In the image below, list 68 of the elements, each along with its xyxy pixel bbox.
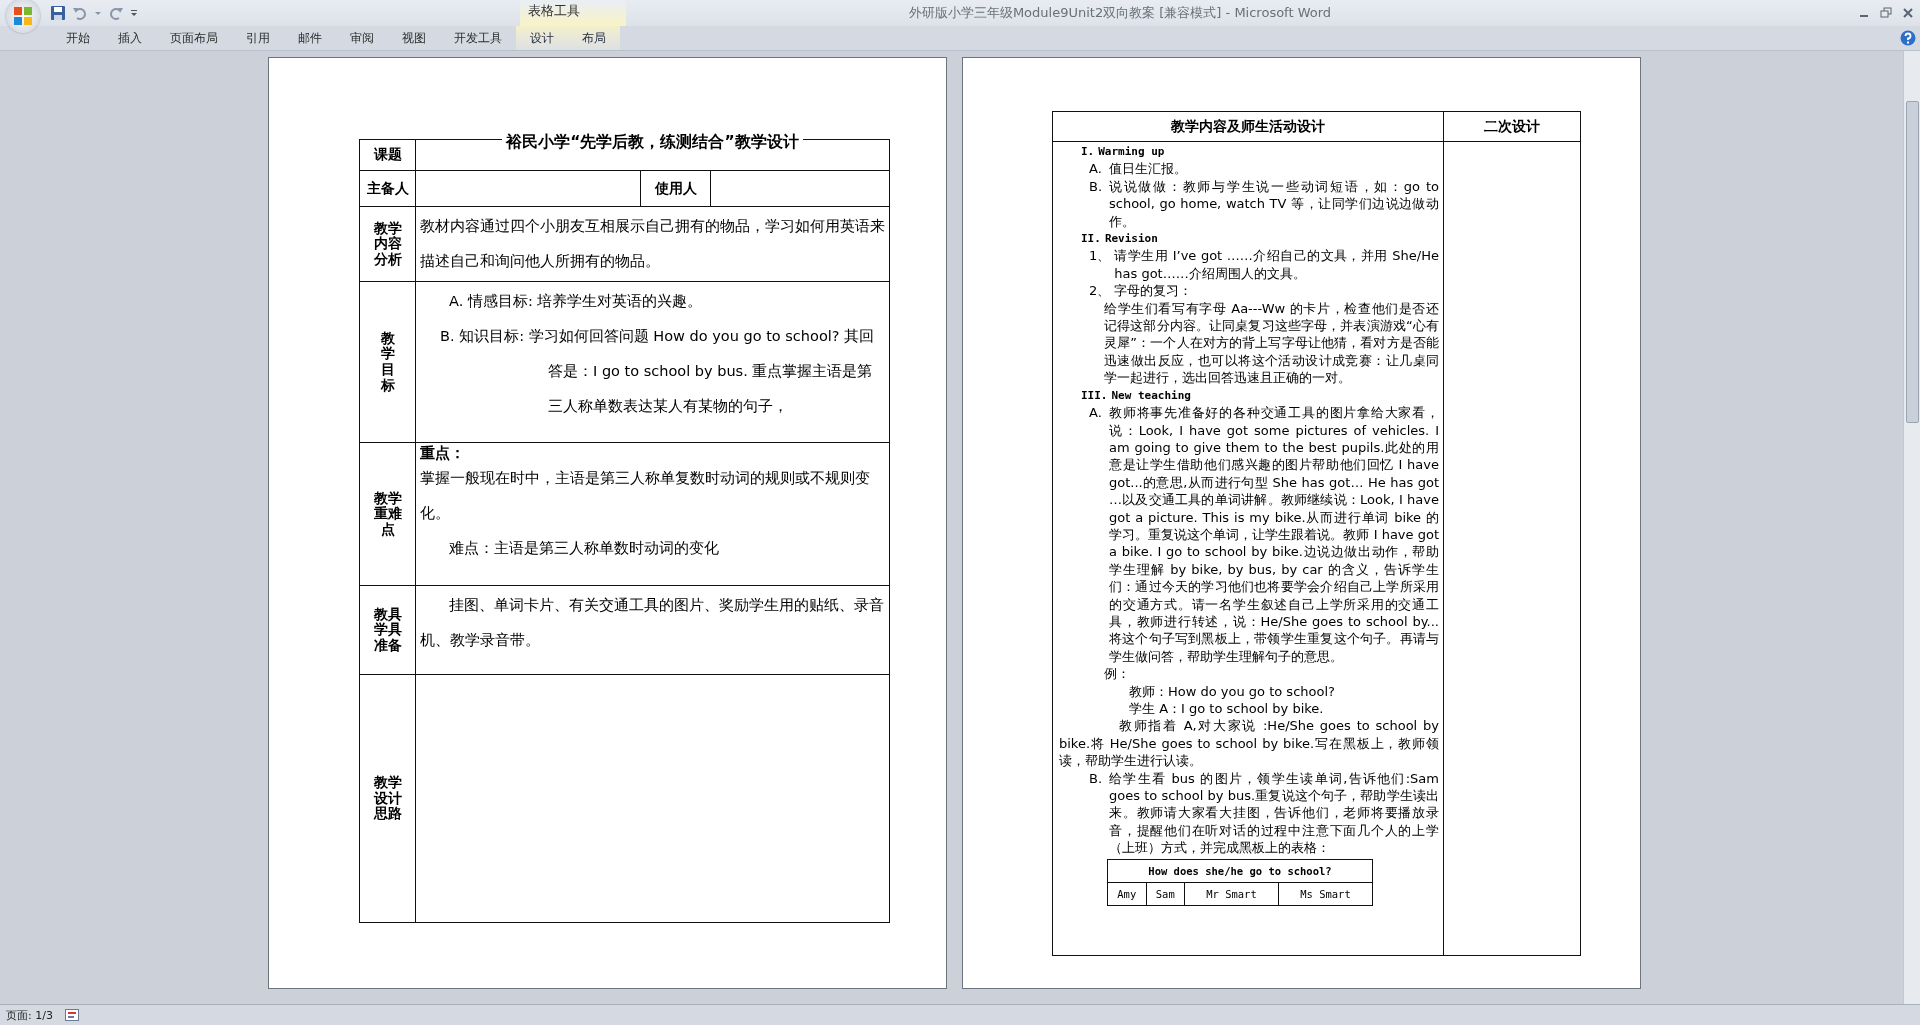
list-marker: 2、 — [1089, 282, 1112, 300]
row-label: 课题 — [359, 139, 416, 171]
restore-icon[interactable] — [1880, 7, 1892, 19]
ribbon-tab[interactable]: 开发工具 — [440, 26, 516, 50]
table-header: How does she/he go to school? — [1107, 859, 1373, 883]
ribbon-tab[interactable]: 审阅 — [336, 26, 388, 50]
paragraph: 难点：主语是第三人称单数时动词的变化 — [448, 539, 720, 558]
paragraph: 字母的复习： — [1114, 282, 1193, 300]
paragraph: New teaching — [1111, 387, 1191, 404]
ribbon-tab[interactable]: 开始 — [52, 26, 104, 50]
paragraph: 学生 A：I go to school by bike. — [1129, 701, 1324, 716]
page-indicator[interactable]: 页面: 1/3 — [6, 1007, 53, 1023]
paragraph: 重点： — [420, 445, 466, 461]
column-header: 二次设计 — [1443, 111, 1581, 142]
table-cell: Mr Smart — [1184, 882, 1279, 906]
paragraph: 教师：How do you go to school? — [1129, 683, 1335, 699]
office-logo-icon[interactable] — [12, 5, 34, 27]
paragraph: 教师指着 A,对大家说 :He/She goes to school by bike.将 He/She goes to school by bike.写在黑板上，教师领读，帮助学生进行认读。 — [1059, 718, 1439, 769]
save-icon[interactable] — [50, 5, 66, 21]
proofing-icon[interactable] — [64, 1009, 79, 1021]
table-cell: Amy — [1107, 882, 1146, 906]
ribbon-tab[interactable]: 插入 — [104, 26, 156, 50]
paragraph: 掌握一般现在时中，主语是第三人称单复数时动词的规则或不规则变化。 — [420, 469, 871, 523]
table-cell: Sam — [1146, 882, 1185, 906]
paragraph: Revision — [1104, 231, 1158, 248]
paragraph: 挂图、单词卡片、有关交通工具的图片、奖励学生用的贴纸、录音机、教学录音带。 — [420, 596, 885, 650]
paragraph: 说说做做：教师与学生说一些动词短语，如：go to school, go home, watch TV 等，让同学们边说边做动作。 — [1109, 177, 1439, 231]
paragraph: 教材内容通过四个小朋友互相展示自己拥有的物品，学习如何用英语来描述自己和询问他人所拥有的物品。 — [420, 217, 885, 271]
paragraph: 例： — [1104, 666, 1130, 682]
ribbon-tab[interactable]: 设计 — [516, 26, 568, 50]
list-marker: I. — [1081, 144, 1095, 160]
office-button[interactable] — [6, 0, 40, 33]
row-label: 教 学 目 标 — [359, 281, 416, 443]
redo-icon[interactable] — [108, 5, 124, 21]
list-marker: III. — [1081, 387, 1108, 404]
list-marker: A. — [1089, 404, 1103, 423]
row-label: 教学 设计 思路 — [359, 674, 416, 923]
list-marker: A. — [1089, 160, 1103, 178]
ribbon-tab[interactable]: 布局 — [568, 26, 620, 50]
window-title: 外研版小学三年级Module9Unit2双向教案 [兼容模式] - Microsoft Word — [907, 4, 1332, 22]
row-label: 教具 学具 准备 — [359, 585, 416, 675]
paragraph: 给学生们看写有字母 Aa---Ww 的卡片，检查他们是否还记得这部分内容。让同桌复习这些字母，并表演游戏“心有灵犀”：一个人在对方的背上写字母让他猜，看对方是否能迅速做出反应，也可以将这个活动设计成竞赛：让几桌同学一起进行，选出回答迅速且正确的一对。 — [1104, 300, 1439, 386]
ribbon-tab[interactable]: 邮件 — [284, 26, 336, 50]
paragraph: 给学生看 bus 的图片，领学生读单词,告诉他们:Sam goes to school by bus.重复说这个句子，帮助学生读出来。教师请大家看大挂图，告诉他们，老师将要播放录音，提醒他们在听对话的过程中注意下面几个人的上学（上班）方式，并完成黑板上的表格： — [1109, 769, 1439, 857]
paragraph: 教师将事先准备好的各种交通工具的图片拿给大家看，说：Look, I have got some pictures of vehicles. I am going to give them to the best pupils.此处的用意是让学生借助他们感兴趣的图片帮助他们回忆 I have got...的意思,从而进行句型 She has got… He has got …以及交通工具的单词讲解。教师继续说：Look, I have got a picture. This is my bike.从而进行单词 bike 的学习。重复说这个单词，让学生跟着说。教师 I have got a bike. I go to school by bike.边说边做出动作，帮助学生理解 by bike, by bus, by car 的含义，告诉学生们：通过今天的学习他们也将要学会介绍自己上学所采用的交通方式。请一名学生叙述自己上学所采用的交通工具，教师进行转述，说：He/She goes to school by...将这个句子写到黑板上，带领学生重复这个句子。再请与学生做问答，帮助学生理解句子的意思。 — [1109, 404, 1439, 666]
row-label: 教学 重难 点 — [359, 442, 416, 586]
document-title: 裕民小学“先学后教，练测结合”教学设计 — [502, 133, 803, 151]
row-label: 主备人 — [359, 170, 416, 207]
ribbon-tab[interactable]: 页面布局 — [156, 26, 232, 50]
paragraph: B. 知识目标: 学习如何回答问题 How do you go to school? 其回答是：I go to school by bus. 重点掌握主语是第三人称单数表达某人有某物的句子， — [439, 327, 876, 416]
row-label: 使用人 — [640, 170, 711, 207]
contextual-group-label: 表格工具 — [520, 0, 626, 26]
table-cell: Ms Smart — [1278, 882, 1373, 906]
close-icon[interactable] — [1902, 7, 1914, 19]
paragraph: A. 情感目标: 培养学生对英语的兴趣。 — [448, 292, 704, 311]
paragraph: 值日生汇报。 — [1109, 160, 1187, 178]
row-label: 教学 内容 分析 — [359, 206, 416, 282]
paragraph: 请学生用 I’ve got ……介绍自己的文具，并用 She/He has got……介绍周围人的文具。 — [1114, 247, 1439, 283]
ribbon-tab[interactable]: 视图 — [388, 26, 440, 50]
list-marker: B. — [1089, 177, 1104, 196]
help-icon[interactable] — [1900, 30, 1916, 46]
list-marker: II. — [1081, 231, 1101, 248]
column-header: 教学内容及师生活动设计 — [1052, 111, 1444, 142]
ribbon-tab[interactable]: 引用 — [232, 26, 284, 50]
paragraph: Warming up — [1098, 144, 1165, 160]
undo-icon[interactable] — [72, 5, 88, 21]
list-marker: 1、 — [1089, 247, 1112, 266]
list-marker: B. — [1089, 769, 1104, 788]
